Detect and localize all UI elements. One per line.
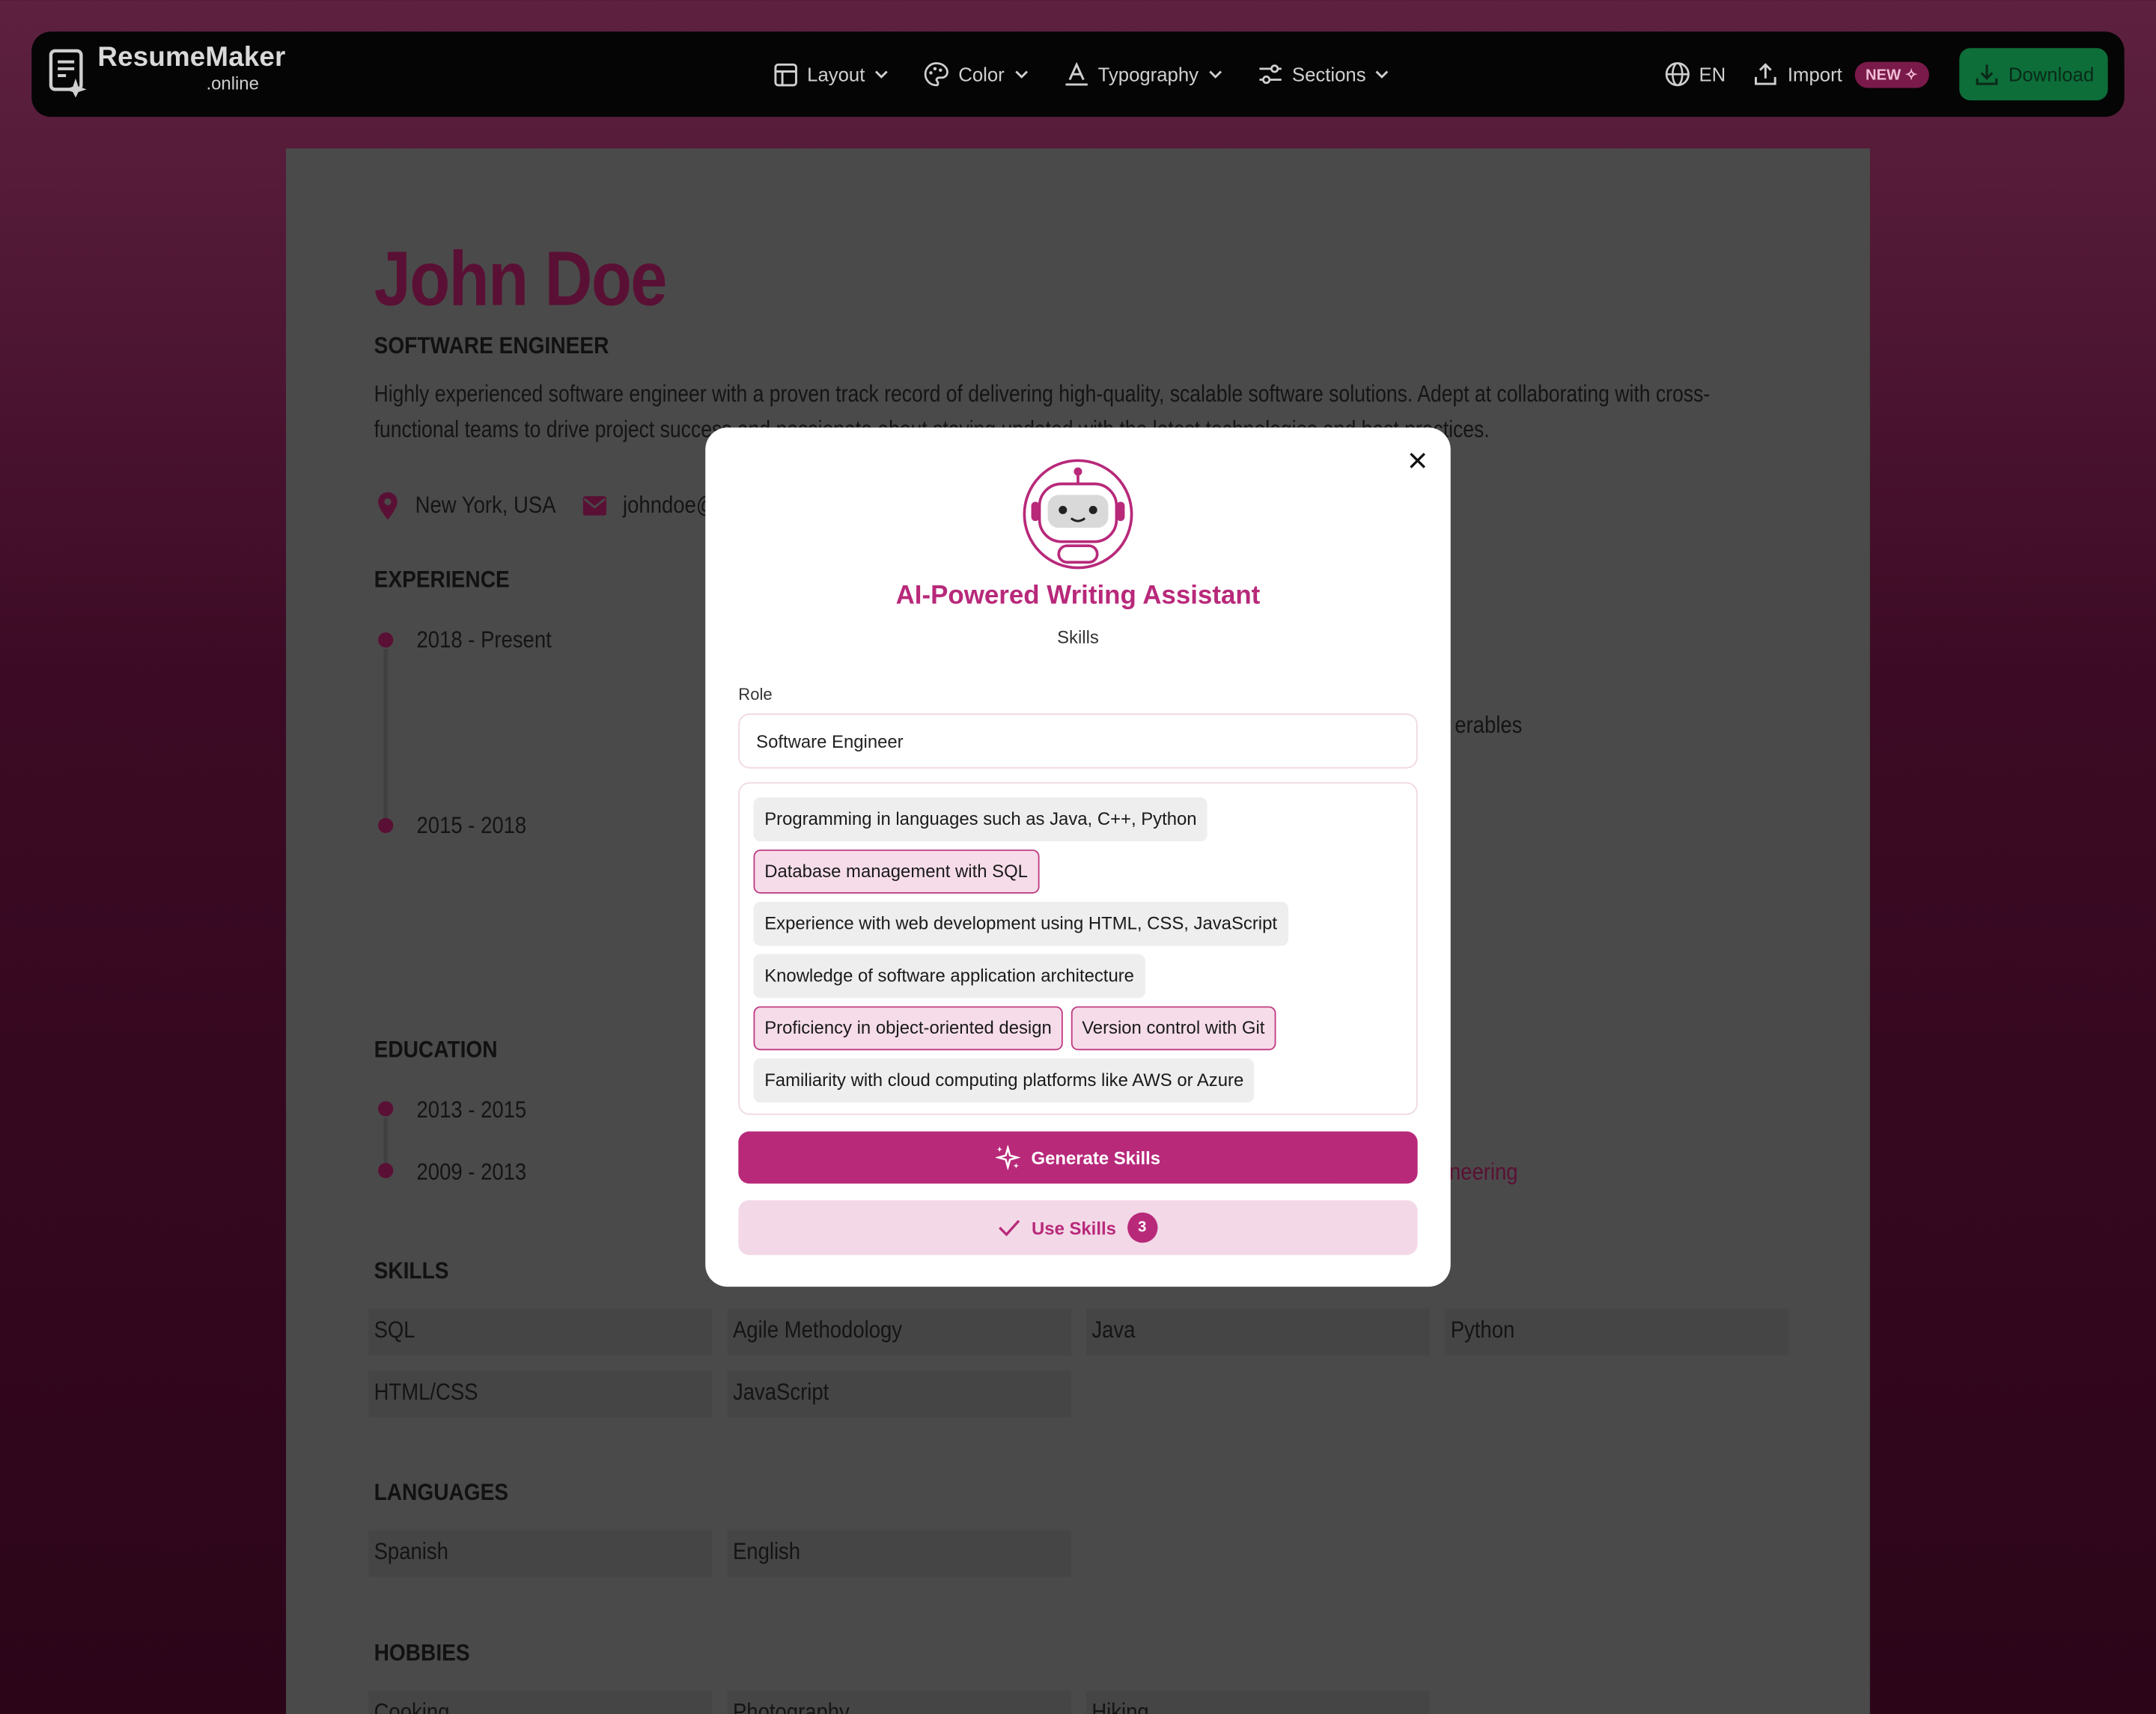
role-input[interactable] [738, 713, 1418, 769]
skill-suggestion-chip[interactable]: Experience with web development using HT… [753, 901, 1288, 946]
download-button[interactable]: Download [1958, 48, 2108, 101]
nav-color[interactable]: Color [924, 62, 1028, 87]
skill-suggestion-chip[interactable]: Familiarity with cloud computing platfor… [753, 1058, 1255, 1103]
hobbies-heading: HOBBIES [374, 1640, 470, 1667]
import-label: Import [1787, 63, 1842, 85]
page: ResumeMaker .online Layout Color Typogra… [0, 0, 2156, 1714]
chevron-down-icon [1376, 70, 1389, 79]
timeline-line [383, 648, 388, 820]
top-navbar: ResumeMaker .online Layout Color Typogra… [31, 31, 2125, 118]
resume-name: John Doe [374, 235, 668, 322]
role-label: Role [738, 684, 773, 704]
timeline-dot [378, 817, 394, 834]
download-label: Download [2008, 63, 2095, 85]
sparkles-icon [995, 1144, 1020, 1171]
experience-heading: EXPERIENCE [374, 566, 510, 593]
check-icon [999, 1219, 1020, 1236]
nav-actions: EN Import NEW ✧ Download [1665, 31, 2108, 117]
education-heading: EDUCATION [374, 1036, 498, 1063]
skill-tag: SQL [368, 1308, 713, 1355]
languages-heading: LANGUAGES [374, 1479, 509, 1506]
palette-icon [924, 62, 948, 87]
skill-tag: Agile Methodology [727, 1308, 1071, 1355]
use-skills-label: Use Skills [1032, 1217, 1116, 1238]
logo[interactable]: ResumeMaker .online [48, 43, 285, 98]
skills-heading: SKILLS [374, 1257, 449, 1284]
hobby-tag: Photography [727, 1691, 1071, 1714]
nav-layout-label: Layout [807, 63, 865, 85]
timeline-line [383, 1117, 388, 1165]
typography-icon [1065, 61, 1087, 86]
timeline-dot [378, 1162, 394, 1179]
timeline-dot [378, 1101, 394, 1117]
modal-subtitle: Skills [1057, 626, 1099, 648]
chevron-down-icon [875, 70, 888, 79]
use-skills-button[interactable]: Use Skills 3 [738, 1200, 1418, 1255]
hobby-tag: Cooking [368, 1691, 713, 1714]
mail-icon [582, 496, 606, 516]
skill-tag: JavaScript [727, 1370, 1071, 1418]
nav-layout[interactable]: Layout [774, 62, 889, 86]
ai-assistant-modal: AI-Powered Writing Assistant Skills Role… [705, 427, 1451, 1287]
skill-suggestion-chip[interactable]: Database management with SQL [753, 850, 1039, 894]
selected-count-badge: 3 [1127, 1212, 1157, 1243]
chevron-down-icon [1208, 70, 1222, 79]
skill-suggestions-list: Programming in languages such as Java, C… [738, 782, 1418, 1115]
email-text: johndoe@ [623, 492, 717, 519]
skill-suggestion-chip[interactable]: Proficiency in object-oriented design [753, 1006, 1063, 1051]
language-selector[interactable]: EN [1665, 62, 1726, 87]
language-label: EN [1699, 63, 1726, 85]
generate-skills-button[interactable]: Generate Skills [738, 1131, 1418, 1184]
location-pin-icon [378, 492, 398, 520]
nav-typography-label: Typography [1097, 63, 1199, 85]
globe-icon [1665, 62, 1690, 87]
language-tag: Spanish [368, 1530, 713, 1577]
close-icon[interactable] [1407, 450, 1428, 472]
skill-suggestion-chip[interactable]: Knowledge of software application archit… [753, 954, 1145, 998]
chevron-down-icon [1014, 70, 1028, 79]
education-date: 2013 - 2015 [416, 1097, 527, 1123]
experience-date: 2015 - 2018 [416, 812, 527, 839]
sections-icon [1258, 64, 1282, 85]
logo-icon [49, 49, 87, 98]
education-text-fragment: neering [1449, 1159, 1518, 1186]
nav-color-label: Color [958, 63, 1005, 85]
resume-location: New York, USA [377, 492, 575, 520]
timeline-dot [378, 632, 394, 648]
skill-tag: HTML/CSS [368, 1370, 713, 1418]
language-tag: English [727, 1530, 1071, 1577]
logo-suffix: .online [206, 73, 259, 94]
logo-name: ResumeMaker [97, 42, 286, 73]
nav-sections[interactable]: Sections [1258, 63, 1389, 85]
nav-menu: Layout Color Typography Sections [774, 31, 1389, 117]
skill-tag: Java [1085, 1308, 1431, 1355]
generate-skills-label: Generate Skills [1031, 1147, 1161, 1168]
upload-icon [1755, 63, 1776, 85]
download-icon [1976, 64, 1997, 85]
resume-title: SOFTWARE ENGINEER [374, 332, 609, 359]
nav-sections-label: Sections [1291, 63, 1366, 85]
import-button[interactable]: Import NEW ✧ [1753, 61, 1929, 88]
modal-title: AI-Powered Writing Assistant [895, 581, 1261, 611]
hobby-tag: Hiking [1085, 1691, 1431, 1714]
robot-avatar-icon [1023, 459, 1133, 570]
location-text: New York, USA [415, 492, 556, 519]
layout-icon [774, 62, 797, 86]
skill-suggestion-chip[interactable]: Programming in languages such as Java, C… [753, 797, 1208, 842]
skill-suggestion-chip[interactable]: Version control with Git [1071, 1006, 1276, 1051]
new-badge: NEW ✧ [1854, 61, 1929, 88]
experience-date: 2018 - Present [416, 626, 552, 653]
experience-text-fragment: erables [1455, 712, 1523, 739]
nav-typography[interactable]: Typography [1064, 61, 1222, 87]
education-date: 2009 - 2013 [416, 1159, 527, 1186]
skill-tag: Python [1445, 1308, 1789, 1355]
